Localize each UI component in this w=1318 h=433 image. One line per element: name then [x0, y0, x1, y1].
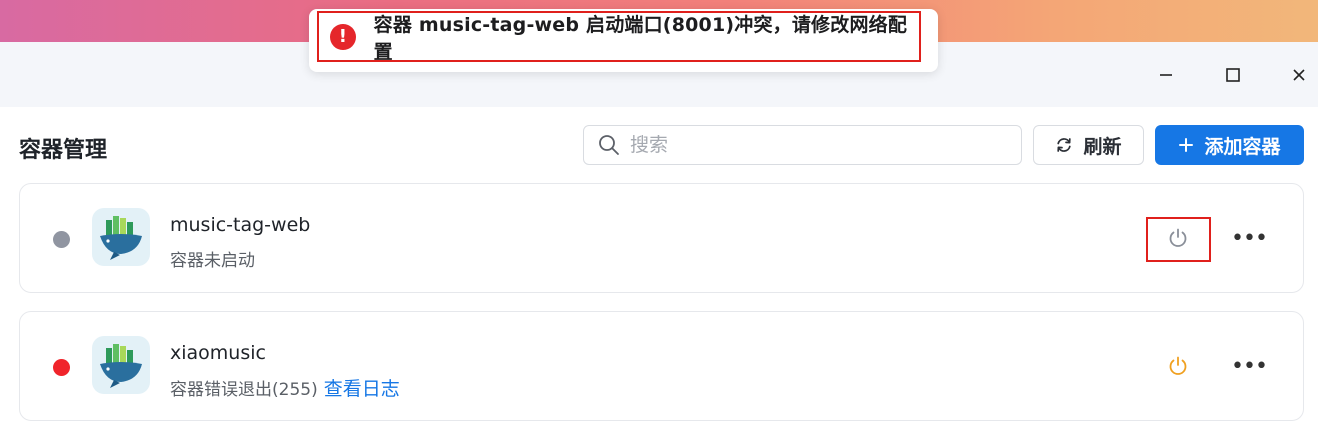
container-status: 容器未启动 — [170, 251, 255, 271]
container-card[interactable]: music-tag-web 容器未启动 ••• — [19, 183, 1304, 293]
toast-message: 容器 music-tag-web 启动端口(8001)冲突，请修改网络配置 — [373, 13, 908, 63]
search-input[interactable] — [630, 134, 1010, 156]
error-icon: ! — [330, 23, 356, 50]
plus-icon — [1179, 138, 1194, 152]
search-icon — [599, 135, 619, 155]
close-button[interactable] — [1279, 58, 1318, 92]
search-box[interactable] — [583, 125, 1022, 165]
add-container-label: 添加容器 — [1204, 135, 1281, 158]
refresh-button[interactable]: 刷新 — [1033, 125, 1144, 165]
more-button[interactable]: ••• — [1231, 348, 1268, 384]
container-card[interactable]: xiaomusic 容器错误退出(255) 查看日志 ••• — [19, 311, 1304, 421]
minimize-button[interactable] — [1146, 58, 1186, 92]
container-status: 容器错误退出(255) — [170, 380, 318, 400]
app-icon — [92, 336, 150, 394]
toast-highlight-box: ! 容器 music-tag-web 启动端口(8001)冲突，请修改网络配置 — [317, 11, 921, 63]
power-icon — [1169, 228, 1187, 247]
app-icon — [92, 208, 150, 266]
power-icon — [1169, 356, 1187, 375]
maximize-icon — [1226, 68, 1240, 82]
view-log-link[interactable]: 查看日志 — [324, 378, 400, 400]
more-button[interactable]: ••• — [1231, 220, 1268, 256]
add-container-button[interactable]: 添加容器 — [1155, 125, 1304, 165]
error-toast: ! 容器 music-tag-web 启动端口(8001)冲突，请修改网络配置 — [309, 9, 938, 72]
container-name: xiaomusic — [170, 342, 266, 364]
minimize-icon — [1160, 74, 1172, 76]
container-status-row: 容器错误退出(255) 查看日志 — [170, 374, 400, 401]
page-title: 容器管理 — [19, 138, 108, 163]
refresh-icon — [1057, 138, 1072, 152]
start-button[interactable] — [1160, 348, 1196, 384]
refresh-label: 刷新 — [1083, 135, 1122, 158]
container-name: music-tag-web — [170, 214, 311, 236]
maximize-button[interactable] — [1213, 58, 1253, 92]
close-icon — [1293, 69, 1305, 81]
more-icon: ••• — [1231, 225, 1268, 251]
status-dot — [53, 231, 70, 248]
start-button[interactable] — [1160, 220, 1196, 256]
more-icon: ••• — [1231, 353, 1268, 379]
status-dot — [53, 359, 70, 376]
